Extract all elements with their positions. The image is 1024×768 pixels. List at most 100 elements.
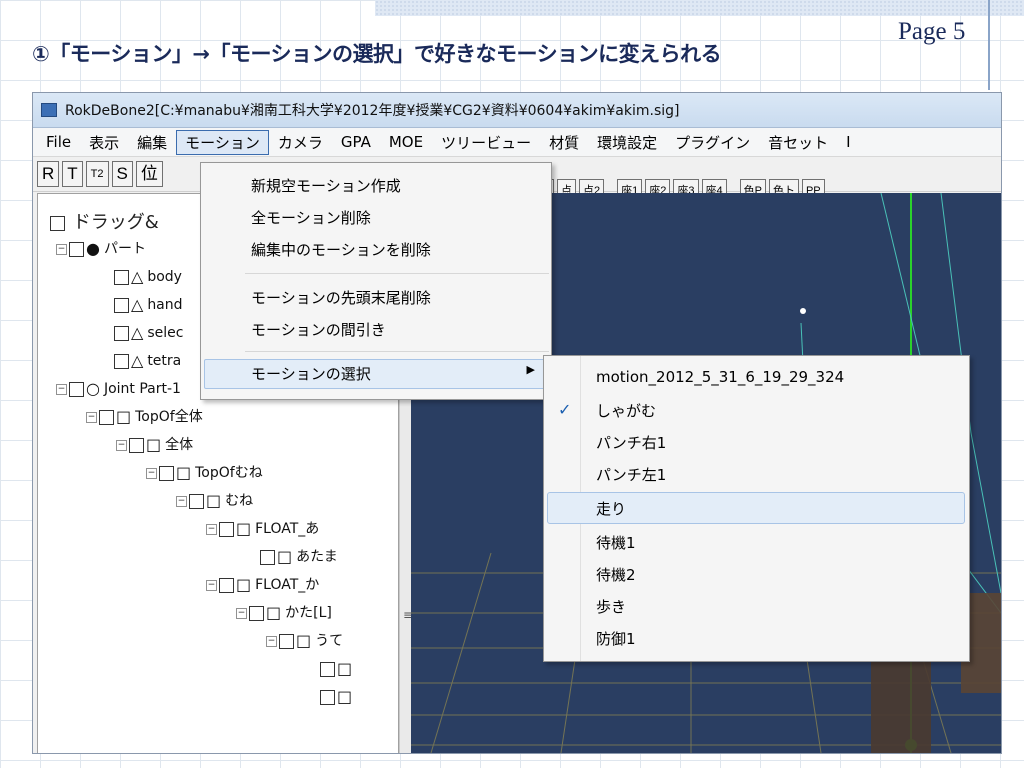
menu-more[interactable]: I xyxy=(837,131,859,153)
checkbox[interactable] xyxy=(159,465,174,481)
motion-item-highlighted[interactable]: 走り xyxy=(596,498,626,519)
tool-s-button[interactable]: S xyxy=(111,161,133,187)
menu-trim-motion[interactable]: モーションの先頭末尾削除 xyxy=(251,287,431,308)
checkbox[interactable] xyxy=(219,521,234,537)
tree-label: むね xyxy=(225,493,254,509)
square-icon: □ xyxy=(236,519,252,538)
collapse-icon[interactable]: − xyxy=(266,635,277,647)
motion-item[interactable]: motion_2012_5_31_6_19_29_324 xyxy=(596,368,844,386)
motion-item[interactable]: 防御1 xyxy=(596,628,636,649)
tree-row[interactable]: □ xyxy=(320,654,356,684)
checkbox[interactable] xyxy=(129,437,144,453)
tree-row[interactable]: − ● パート xyxy=(56,234,146,264)
collapse-icon[interactable]: − xyxy=(56,383,67,395)
motion-item[interactable]: 待機1 xyxy=(596,532,636,553)
menu-moe[interactable]: MOE xyxy=(380,131,432,153)
checkbox[interactable] xyxy=(189,493,204,509)
menu-treeview[interactable]: ツリービュー xyxy=(432,130,540,155)
menu-separator xyxy=(245,273,549,274)
menu-thin-motion[interactable]: モーションの間引き xyxy=(251,319,386,340)
menu-edit[interactable]: 編集 xyxy=(128,130,176,155)
tree-label: selec xyxy=(147,325,184,341)
collapse-icon[interactable]: − xyxy=(236,607,247,619)
square-icon: □ xyxy=(277,547,293,566)
triangle-icon: △ xyxy=(131,323,144,342)
menu-settings[interactable]: 環境設定 xyxy=(588,130,666,155)
tree-row[interactable]: − □ FLOAT_あ xyxy=(206,514,319,544)
motion-item[interactable]: 待機2 xyxy=(596,564,636,585)
menu-view[interactable]: 表示 xyxy=(80,130,128,155)
menu-camera[interactable]: カメラ xyxy=(269,130,332,155)
checkbox[interactable] xyxy=(114,325,129,341)
motion-item[interactable]: パンチ右1 xyxy=(596,432,666,453)
checkbox[interactable] xyxy=(219,577,234,593)
tool-t2-button[interactable]: T2 xyxy=(85,161,109,187)
tree-row[interactable]: − ○ Joint Part-1 xyxy=(56,374,181,404)
tree-row[interactable]: − □ FLOAT_か xyxy=(206,570,319,600)
checkbox[interactable] xyxy=(114,269,129,285)
tree-label: 全体 xyxy=(165,437,194,453)
collapse-icon[interactable]: − xyxy=(206,523,217,535)
checkbox[interactable] xyxy=(99,409,114,425)
motion-item-checked[interactable]: しゃがむ xyxy=(596,400,656,421)
square-icon: □ xyxy=(206,491,222,510)
tool-r-button[interactable]: R xyxy=(37,161,60,187)
checkbox[interactable] xyxy=(249,605,264,621)
checkbox[interactable] xyxy=(69,241,84,257)
checkbox[interactable] xyxy=(114,297,129,313)
square-icon: □ xyxy=(266,603,282,622)
triangle-icon: △ xyxy=(131,295,144,314)
square-icon: □ xyxy=(116,407,132,426)
tree-row[interactable]: □ あたま xyxy=(260,542,338,572)
tree-row[interactable]: − □ うて xyxy=(266,626,343,656)
tool-position-button[interactable]: 位 xyxy=(135,161,163,187)
checkbox[interactable] xyxy=(69,381,84,397)
checkbox[interactable] xyxy=(279,633,294,649)
menu-material[interactable]: 材質 xyxy=(540,130,588,155)
collapse-icon[interactable]: − xyxy=(206,579,217,591)
tree-row[interactable]: △ hand xyxy=(114,290,183,320)
motion-item[interactable]: パンチ左1 xyxy=(596,464,666,485)
window-titlebar[interactable]: RokDeBone2[C:¥manabu¥湘南工科大学¥2012年度¥授業¥CG… xyxy=(33,93,1001,128)
tree-label: パート xyxy=(103,241,146,257)
tree-row[interactable]: − □ むね xyxy=(176,486,253,516)
drag-option[interactable]: ドラッグ& xyxy=(50,208,159,234)
collapse-icon[interactable]: − xyxy=(56,243,67,255)
menu-motion[interactable]: モーション xyxy=(176,129,269,155)
tree-label: TopOf全体 xyxy=(135,409,203,425)
collapse-icon[interactable]: − xyxy=(176,495,187,507)
menu-select-motion[interactable]: モーションの選択 xyxy=(251,363,371,384)
checkbox[interactable] xyxy=(320,689,335,705)
checkbox[interactable] xyxy=(260,549,275,565)
collapse-icon[interactable]: − xyxy=(116,439,127,451)
tree-row[interactable]: △ tetra xyxy=(114,346,181,376)
tool-t-button[interactable]: T xyxy=(62,161,83,187)
tree-row[interactable]: − □ 全体 xyxy=(116,430,193,460)
checkbox[interactable] xyxy=(320,661,335,677)
submenu-arrow-icon: ▶ xyxy=(526,363,535,376)
menu-file[interactable]: File xyxy=(37,131,80,153)
menu-delete-all-motions[interactable]: 全モーション削除 xyxy=(251,207,371,228)
tree-row[interactable]: − □ TopOf全体 xyxy=(86,402,203,432)
tree-row[interactable]: □ xyxy=(320,682,356,712)
checkbox[interactable] xyxy=(114,353,129,369)
tree-row[interactable]: △ selec xyxy=(114,318,183,348)
collapse-icon[interactable]: − xyxy=(146,467,157,479)
tree-row[interactable]: △ body xyxy=(114,262,182,292)
menu-sound-set[interactable]: 音セット xyxy=(759,130,837,155)
triangle-icon: △ xyxy=(131,351,144,370)
decorative-band xyxy=(375,0,1024,16)
menu-new-motion[interactable]: 新規空モーション作成 xyxy=(251,175,401,196)
triangle-icon: △ xyxy=(131,267,144,286)
menu-delete-current-motion[interactable]: 編集中のモーションを削除 xyxy=(251,239,431,260)
menu-gpa[interactable]: GPA xyxy=(332,131,380,153)
tree-label: FLOAT_か xyxy=(255,577,320,593)
tree-row[interactable]: − □ TopOfむね xyxy=(146,458,263,488)
checkbox[interactable] xyxy=(50,215,65,231)
collapse-icon[interactable]: − xyxy=(86,411,97,423)
tree-label: Joint Part-1 xyxy=(103,381,181,397)
slide-title: ①「モーション」→「モーションの選択」で好きなモーションに変えられる xyxy=(32,42,722,66)
menu-plugin[interactable]: プラグイン xyxy=(666,130,759,155)
motion-item[interactable]: 歩き xyxy=(596,596,626,617)
tree-row[interactable]: − □ かた[L] xyxy=(236,598,332,628)
